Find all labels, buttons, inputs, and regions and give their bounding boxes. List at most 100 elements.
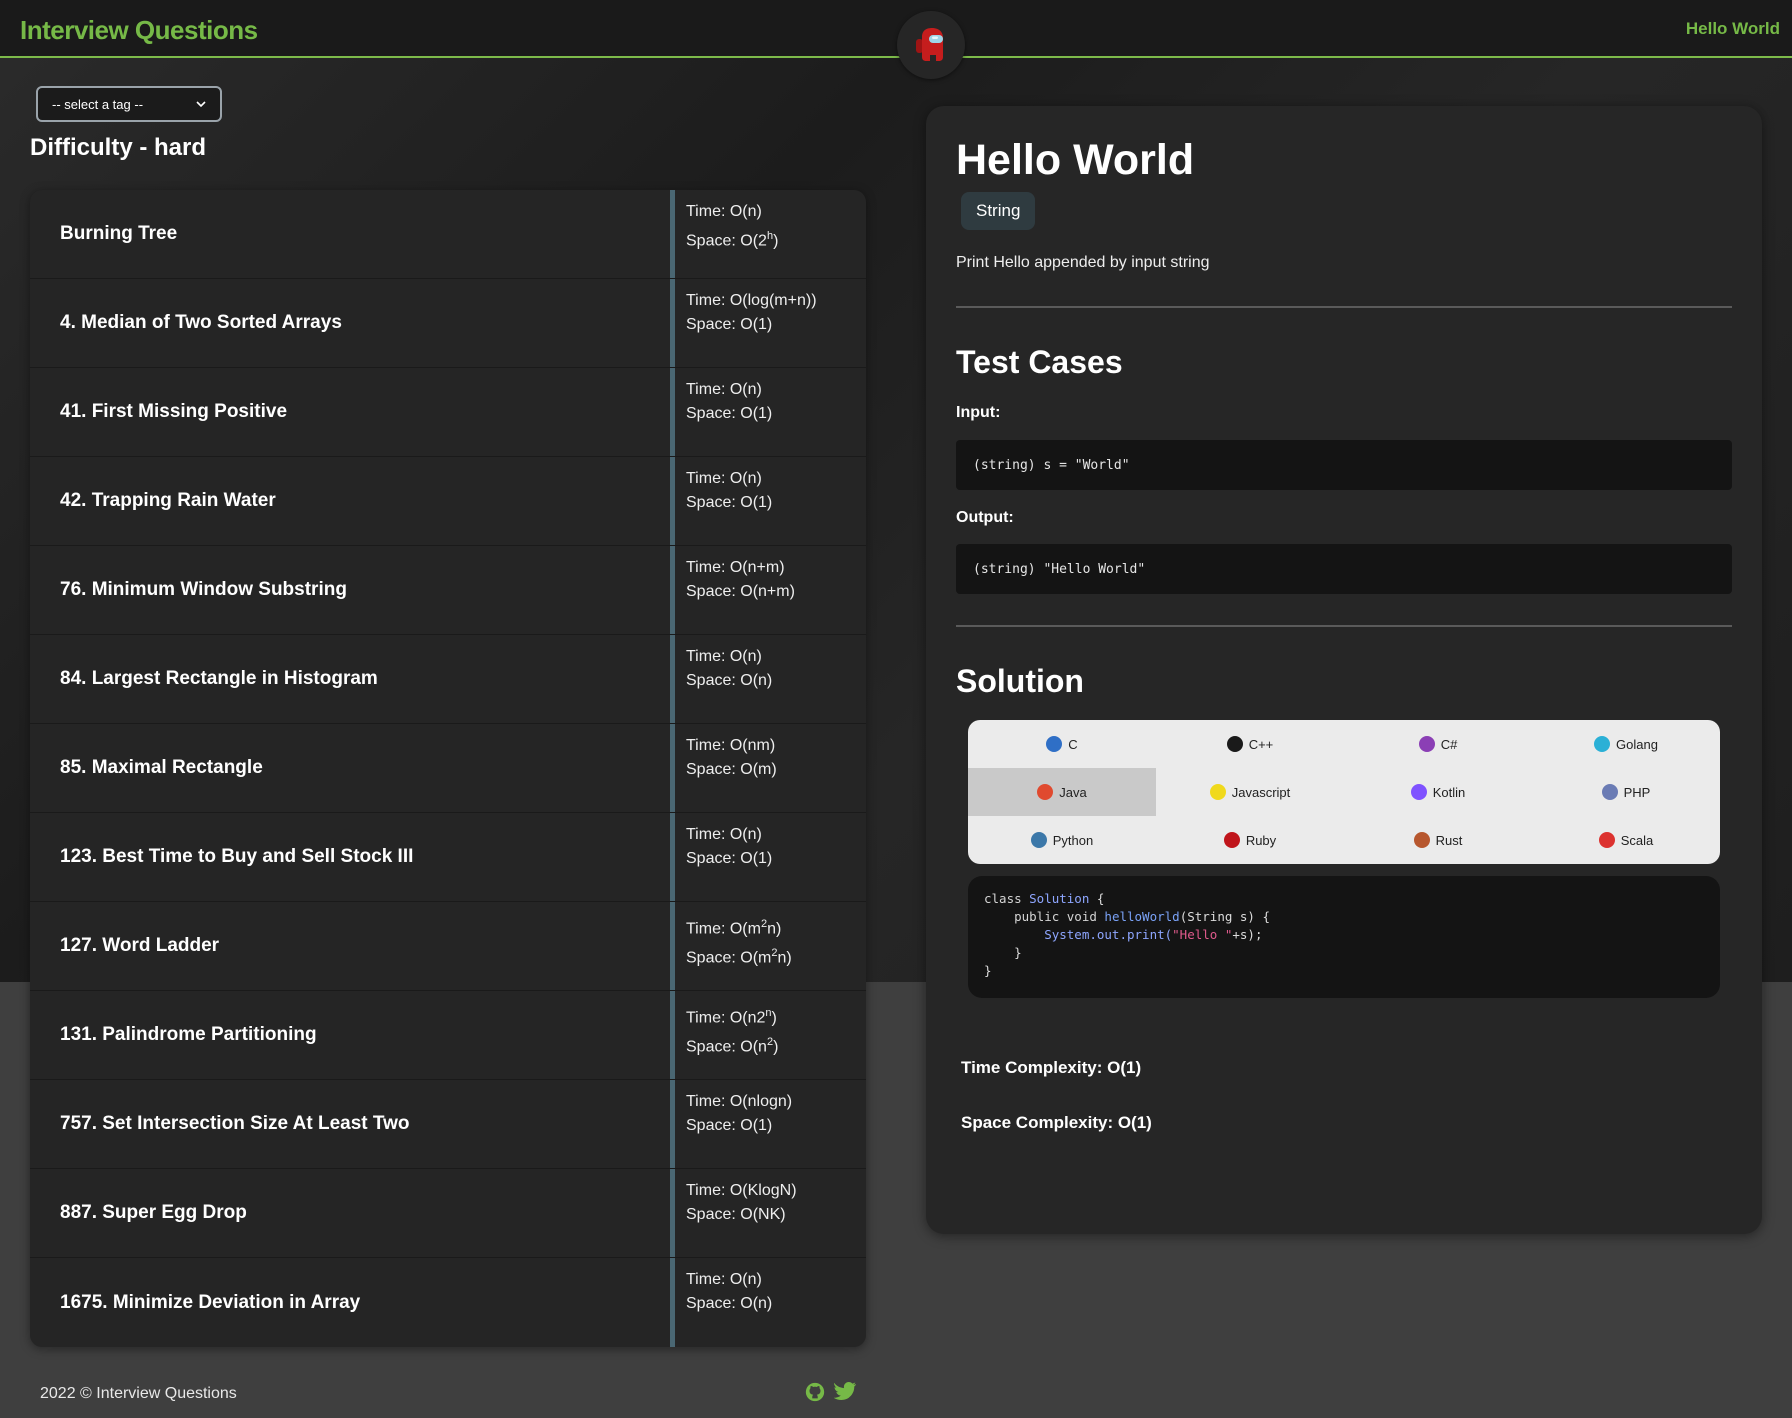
language-tab-golang[interactable]: Golang	[1532, 720, 1720, 768]
brand-link[interactable]: Interview Questions	[20, 15, 258, 46]
space-complexity-label: Space: O(1)	[686, 402, 866, 426]
question-row[interactable]: 41. First Missing Positive Time: O(n) Spac…	[30, 368, 866, 457]
question-row-complexity: Time: O(n) Space: O(n)	[670, 635, 866, 723]
time-complexity-label: Time: O(nlogn)	[686, 1090, 866, 1114]
space-complexity-label: Space: O(n+m)	[686, 580, 866, 604]
language-tab-c[interactable]: C	[968, 720, 1156, 768]
tag-badge[interactable]: String	[961, 192, 1036, 230]
ruby-icon	[1223, 832, 1240, 848]
solution-heading: Solution	[956, 663, 1084, 699]
question-row[interactable]: 4. Median of Two Sorted Arrays Time: O(lo…	[30, 279, 866, 368]
time-complexity-label: Time: O(n)	[686, 467, 866, 491]
logo[interactable]	[897, 11, 965, 79]
python-icon	[1030, 832, 1047, 848]
space-complexity-label: Space: O(m2n)	[686, 941, 866, 970]
space-complexity-label: Space: O(m)	[686, 758, 866, 782]
question-title: Hello World	[956, 136, 1195, 184]
language-tab-scala[interactable]: Scala	[1532, 816, 1720, 864]
github-icon[interactable]	[804, 1381, 826, 1403]
code-token: .out.print(	[1089, 927, 1173, 942]
question-row-title[interactable]: 76. Minimum Window Substring	[30, 546, 670, 634]
time-complexity-label-text: Time: O(n)	[686, 203, 762, 220]
question-row-title[interactable]: 127. Word Ladder	[30, 902, 670, 990]
space-complexity-label-text: Space: O(n	[686, 1038, 767, 1056]
language-tab-cpp[interactable]: C++	[1156, 720, 1344, 768]
question-row[interactable]: 1675. Minimize Deviation in Array Time: O…	[30, 1258, 866, 1347]
language-tab-label: Rust	[1435, 832, 1463, 848]
language-tab-kotlin[interactable]: Kotlin	[1344, 768, 1532, 816]
question-row-title[interactable]: 4. Median of Two Sorted Arrays	[30, 279, 670, 367]
question-row-complexity: Time: O(n) Space: O(1)	[670, 368, 866, 456]
time-complexity-label: Time: O(n)	[686, 645, 866, 669]
question-row[interactable]: 84. Largest Rectangle in Histogram Time: …	[30, 635, 866, 724]
question-row-complexity: Time: O(log(m+n)) Space: O(1)	[670, 279, 866, 367]
question-row[interactable]: 131. Palindrome Partitioning Time: O(n2n)…	[30, 991, 866, 1080]
question-row[interactable]: 123. Best Time to Buy and Sell Stock III…	[30, 813, 866, 902]
question-row[interactable]: 76. Minimum Window Substring Time: O(n+m)…	[30, 546, 866, 635]
time-complexity-label: Time: O(n+m)	[686, 556, 866, 580]
question-row[interactable]: 127. Word Ladder Time: O(m2n) Space: O(m2n…	[30, 902, 866, 991]
time-complexity-label: Time: O(m2n)	[686, 912, 866, 941]
question-row-title[interactable]: 42. Trapping Rain Water	[30, 457, 670, 545]
language-tab-csharp[interactable]: C#	[1344, 720, 1532, 768]
csharp-icon	[1418, 736, 1435, 752]
time-complexity-label: Time: O(KlogN)	[686, 1179, 866, 1203]
question-row[interactable]: 42. Trapping Rain Water Time: O(n) Space: …	[30, 457, 866, 546]
question-row-title[interactable]: 131. Palindrome Partitioning	[30, 991, 670, 1079]
tag-select-value: -- select a tag --	[52, 96, 144, 112]
javascript-icon	[1209, 784, 1226, 800]
language-tab-rust[interactable]: Rust	[1344, 816, 1532, 864]
question-row-title[interactable]: 85. Maximal Rectangle	[30, 724, 670, 812]
question-row[interactable]: Burning Tree Time: O(n) Space: O(2h)	[30, 190, 866, 279]
language-tab-javascript[interactable]: Javascript	[1156, 768, 1344, 816]
question-row[interactable]: 85. Maximal Rectangle Time: O(nm) Space: O…	[30, 724, 866, 813]
cpp-icon	[1226, 736, 1243, 752]
php-icon	[1601, 784, 1618, 800]
question-detail-card: Hello World String Print Hello appended …	[926, 106, 1762, 1234]
golang-icon	[1594, 736, 1611, 752]
time-complexity-label-tail: n)	[767, 920, 782, 938]
language-tab-label: Ruby	[1245, 832, 1277, 848]
time-complexity-label-text: Time: O(m	[686, 920, 761, 938]
question-row-title[interactable]: 123. Best Time to Buy and Sell Stock III	[30, 813, 670, 901]
language-tab-php[interactable]: PHP	[1532, 768, 1720, 816]
question-row-title[interactable]: 887. Super Egg Drop	[30, 1169, 670, 1257]
question-row-complexity: Time: O(n) Space: O(1)	[670, 813, 866, 901]
language-tab-label: PHP	[1623, 784, 1651, 800]
language-tab-label: Golang	[1616, 736, 1658, 752]
language-tab-java[interactable]: Java	[968, 768, 1156, 816]
language-tabs: C C++ C# Golang Java Javascript Kotlin PHP Pytho…	[968, 720, 1720, 864]
code-token: }	[984, 963, 992, 978]
kotlin-icon	[1410, 784, 1427, 800]
space-complexity-label-text: Space: O(1)	[686, 850, 773, 867]
tag-select[interactable]: -- select a tag --	[36, 86, 222, 122]
question-row-title[interactable]: 1675. Minimize Deviation in Array	[30, 1258, 670, 1347]
space-complexity-label-text: Space: O(1)	[686, 405, 773, 422]
scala-icon	[1598, 832, 1615, 848]
top-navbar: Interview Questions Hello World	[0, 0, 1792, 58]
space-complexity-label: Space: O(n)	[686, 1292, 866, 1316]
question-row-title[interactable]: 84. Largest Rectangle in Histogram	[30, 635, 670, 723]
language-tab-ruby[interactable]: Ruby	[1156, 816, 1344, 864]
space-complexity-label-text: Space: O(m)	[686, 761, 777, 778]
twitter-icon[interactable]	[834, 1381, 856, 1401]
code-token: }	[984, 945, 1022, 960]
nav-current-question-link[interactable]: Hello World	[1686, 19, 1780, 39]
language-tab-label: Javascript	[1231, 784, 1291, 800]
space-complexity-label-tail: n)	[777, 949, 792, 967]
time-complexity-label-text: Time: O(n)	[686, 1271, 762, 1288]
footer-social-links	[804, 1381, 856, 1403]
language-tab-label: Java	[1059, 784, 1087, 800]
question-row-title[interactable]: 41. First Missing Positive	[30, 368, 670, 456]
test-cases-heading: Test Cases	[956, 344, 1123, 380]
question-row[interactable]: 757. Set Intersection Size At Least Two T…	[30, 1080, 866, 1169]
space-complexity-label: Space: O(2h)	[686, 224, 866, 253]
question-row[interactable]: 887. Super Egg Drop Time: O(KlogN) Space: …	[30, 1169, 866, 1258]
question-row-title[interactable]: Burning Tree	[30, 190, 670, 278]
time-complexity-label: Time: O(log(m+n))	[686, 289, 866, 313]
code-token: helloWorld	[1104, 909, 1180, 924]
question-row-title[interactable]: 757. Set Intersection Size At Least Two	[30, 1080, 670, 1168]
space-complexity-label-text: Space: O(1)	[686, 316, 773, 333]
language-tab-python[interactable]: Python	[968, 816, 1156, 864]
question-row-complexity: Time: O(KlogN) Space: O(NK)	[670, 1169, 866, 1257]
